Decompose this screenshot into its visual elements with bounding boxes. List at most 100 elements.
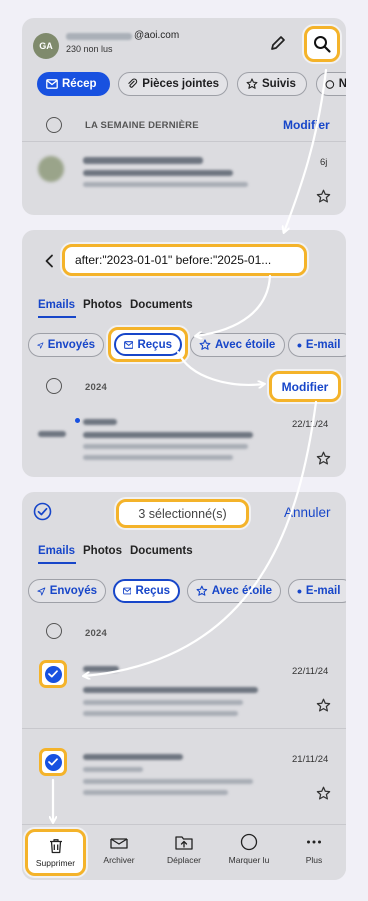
star-icon	[246, 78, 258, 89]
chip-starred[interactable]: Avec étoile	[190, 333, 285, 357]
preview-blurred-2	[83, 711, 238, 716]
mark-read-button[interactable]: Marquer lu	[218, 833, 280, 865]
select-all-radio[interactable]	[46, 623, 62, 639]
action-bar: Supprimer Archiver Déplacer Marquer lu P…	[22, 824, 346, 880]
tab-underline	[38, 562, 76, 564]
star-icon	[199, 339, 211, 350]
preview-blurred-2	[83, 790, 228, 795]
chip-received-label: Reçus	[135, 585, 170, 597]
chip-starred-label: Avec étoile	[211, 585, 272, 597]
move-label: Déplacer	[166, 855, 202, 865]
year-label: 2024	[85, 382, 107, 393]
divider	[22, 728, 346, 729]
cancel-button[interactable]: Annuler	[284, 505, 331, 520]
chip-email[interactable]: • E-mail	[288, 579, 346, 603]
chip-followed[interactable]: Suivis	[237, 72, 307, 96]
select-all-radio[interactable]	[46, 117, 62, 133]
check-circle-icon[interactable]	[33, 502, 52, 521]
tab-emails[interactable]: Emails	[38, 299, 75, 311]
message-time: 22/11/24	[292, 666, 329, 677]
chip-starred[interactable]: Avec étoile	[187, 579, 281, 603]
chip-more[interactable]: N	[316, 72, 346, 96]
delete-label: Supprimer	[35, 858, 76, 868]
message-checkbox[interactable]	[39, 748, 67, 776]
tab-photos[interactable]: Photos	[83, 545, 122, 557]
send-icon	[37, 587, 46, 595]
unread-count: 230 non lus	[66, 44, 113, 54]
more-label: Plus	[305, 855, 323, 865]
preview-blurred-2	[83, 455, 233, 460]
bullet-icon: •	[297, 337, 302, 353]
subject-blurred	[83, 767, 143, 772]
move-button[interactable]: Déplacer	[153, 833, 215, 865]
avatar[interactable]: GA	[33, 33, 59, 59]
unread-dot	[75, 418, 80, 423]
chip-email-label: E-mail	[305, 339, 341, 351]
paperclip-icon	[128, 78, 138, 88]
sender-logo-blurred	[38, 431, 66, 437]
chip-inbox[interactable]: Récep	[37, 72, 110, 96]
account-email-blurred	[66, 33, 132, 40]
move-icon	[175, 836, 193, 850]
circle-icon	[325, 79, 335, 89]
star-icon[interactable]	[316, 451, 331, 466]
check-icon	[44, 665, 62, 683]
message-checkbox[interactable]	[39, 660, 67, 688]
archive-button[interactable]: Archiver	[88, 833, 150, 865]
inbox-panel: GA @aoi.com 230 non lus Récep Pièces joi…	[22, 18, 346, 215]
mail-icon	[124, 340, 134, 349]
edit-icon	[271, 36, 285, 50]
circle-icon	[240, 833, 258, 851]
sender-avatar	[38, 156, 64, 182]
preview-blurred	[83, 779, 253, 784]
archive-icon	[110, 838, 128, 849]
mark-read-label: Marquer lu	[228, 855, 270, 865]
compose-button[interactable]	[268, 33, 288, 53]
message-time: 6j	[320, 157, 328, 168]
search-results-panel: after:"2023-01-01" before:"2025-01... Em…	[22, 230, 346, 477]
preview-blurred	[83, 182, 248, 187]
chip-sent[interactable]: Envoyés	[28, 333, 104, 357]
star-icon[interactable]	[316, 698, 331, 713]
chip-followed-label: Suivis	[262, 78, 296, 90]
modify-link[interactable]: Modifier	[283, 118, 330, 132]
modify-button[interactable]: Modifier	[269, 371, 341, 402]
tab-documents[interactable]: Documents	[130, 299, 193, 311]
year-label: 2024	[85, 628, 107, 639]
search-icon	[314, 36, 331, 53]
back-arrow-icon[interactable]	[44, 254, 54, 268]
chip-attachments[interactable]: Pièces jointes	[118, 72, 228, 96]
search-button[interactable]	[304, 26, 340, 62]
sender-name-blurred	[83, 157, 203, 164]
chip-email[interactable]: • E-mail	[288, 333, 346, 357]
star-icon[interactable]	[316, 786, 331, 801]
tab-emails[interactable]: Emails	[38, 545, 75, 557]
delete-button[interactable]: Supprimer	[25, 829, 86, 876]
tab-photos[interactable]: Photos	[83, 299, 122, 311]
message-time: 21/11/24	[292, 754, 329, 765]
selection-panel: 3 sélectionné(s) Annuler Emails Photos D…	[22, 492, 346, 880]
subject-blurred	[83, 170, 233, 176]
chip-sent[interactable]: Envoyés	[28, 579, 106, 603]
chip-sent-label: Envoyés	[49, 585, 97, 597]
subject-blurred	[83, 432, 253, 438]
bullet-icon: •	[297, 583, 302, 599]
star-icon[interactable]	[316, 189, 331, 204]
chip-inbox-label: Récep	[62, 78, 97, 90]
more-button[interactable]: Plus	[283, 833, 345, 865]
preview-blurred	[83, 444, 248, 449]
check-icon	[44, 753, 62, 771]
mail-icon	[46, 79, 58, 89]
message-time: 22/11/24	[292, 419, 329, 430]
chip-more-label: N	[338, 78, 346, 90]
select-all-radio[interactable]	[46, 378, 62, 394]
account-email-domain: @aoi.com	[134, 30, 180, 41]
tab-documents[interactable]: Documents	[130, 545, 193, 557]
search-input[interactable]: after:"2023-01-01" before:"2025-01...	[62, 244, 307, 276]
chip-email-label: E-mail	[305, 585, 341, 597]
star-icon	[196, 585, 208, 596]
chip-received[interactable]: Reçus	[114, 333, 182, 356]
tab-underline	[38, 316, 76, 318]
chip-received-highlight: Reçus	[108, 327, 188, 362]
chip-received[interactable]: Reçus	[113, 579, 180, 603]
